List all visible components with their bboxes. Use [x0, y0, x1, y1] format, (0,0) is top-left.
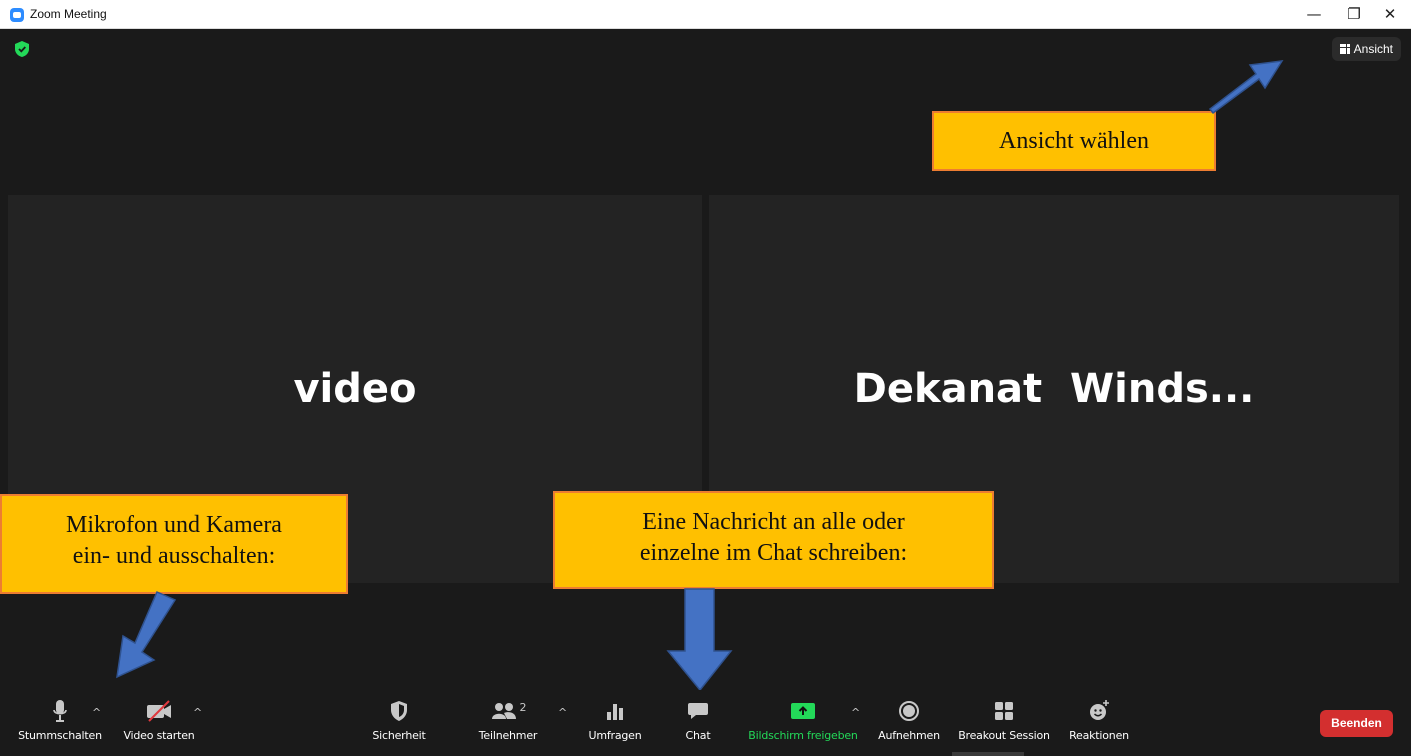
- participant-count: 2: [519, 700, 527, 714]
- window-title: Zoom Meeting: [30, 7, 107, 21]
- meeting-toolbar: Stummschalten ^ Video starten ^ Sicherhe…: [0, 690, 1411, 756]
- callout-view: Ansicht wählen: [932, 111, 1216, 171]
- record-icon: [899, 701, 919, 721]
- callout-chat-line1: Eine Nachricht an alle oder: [642, 509, 905, 535]
- reactions-button[interactable]: Reaktionen: [1064, 698, 1134, 742]
- breakout-rooms-icon: [995, 702, 1013, 720]
- polls-label: Umfragen: [588, 729, 642, 742]
- callout-view-text: Ansicht wählen: [999, 128, 1149, 154]
- share-options-caret[interactable]: ^: [851, 706, 860, 719]
- mute-options-caret[interactable]: ^: [92, 706, 101, 719]
- mute-label: Stummschalten: [18, 729, 102, 742]
- video-button[interactable]: Video starten: [118, 698, 200, 742]
- share-screen-label: Bildschirm freigeben: [748, 729, 858, 742]
- shield-icon: [391, 701, 407, 721]
- microphone-icon: [53, 700, 67, 722]
- polls-bar-chart-icon: [607, 704, 623, 720]
- view-button[interactable]: Ansicht: [1331, 37, 1401, 61]
- restore-button[interactable]: ❐: [1334, 2, 1374, 26]
- participant-name: Dekanat Winds...: [853, 366, 1255, 412]
- security-button[interactable]: Sicherheit: [368, 698, 430, 742]
- mute-button[interactable]: Stummschalten: [14, 698, 106, 742]
- breakout-session-button[interactable]: Breakout Session: [954, 698, 1054, 742]
- record-label: Aufnehmen: [878, 729, 940, 742]
- view-label: Ansicht: [1353, 42, 1393, 56]
- video-off-icon: [147, 700, 171, 722]
- security-label: Sicherheit: [372, 729, 426, 742]
- participants-options-caret[interactable]: ^: [558, 706, 567, 719]
- record-button[interactable]: Aufnehmen: [874, 698, 944, 742]
- callout-mic-camera: Mikrofon und Kamera ein- und ausschalten…: [0, 494, 348, 594]
- participant-name: video: [293, 366, 417, 412]
- close-button[interactable]: ✕: [1370, 2, 1410, 26]
- reactions-label: Reaktionen: [1069, 729, 1129, 742]
- reactions-smiley-icon: [1090, 700, 1109, 720]
- callout-chat-line2: einzelne im Chat schreiben:: [639, 540, 908, 566]
- participants-icon: [491, 703, 516, 719]
- video-options-caret[interactable]: ^: [193, 706, 202, 719]
- grid-icon: [1339, 44, 1350, 54]
- polls-button[interactable]: Umfragen: [584, 698, 646, 742]
- participants-button[interactable]: 2 Teilnehmer: [472, 698, 544, 743]
- toolbar-scroll-indicator: [952, 752, 1024, 756]
- minimize-button[interactable]: —: [1294, 2, 1334, 26]
- encryption-shield-icon[interactable]: [12, 39, 32, 59]
- chat-label: Chat: [685, 729, 711, 742]
- chat-button[interactable]: Chat: [677, 698, 719, 742]
- callout-mic-line2: ein- und ausschalten:: [72, 543, 276, 569]
- zoom-app-icon: [10, 8, 24, 22]
- participants-label: Teilnehmer: [478, 729, 538, 742]
- end-meeting-button[interactable]: Beenden: [1320, 710, 1393, 737]
- share-screen-icon: [791, 703, 815, 719]
- title-bar: Zoom Meeting — ❐ ✕: [0, 0, 1411, 29]
- callout-chat: Eine Nachricht an alle oder einzelne im …: [553, 491, 994, 589]
- callout-mic-line1: Mikrofon und Kamera: [66, 512, 282, 538]
- share-screen-button[interactable]: Bildschirm freigeben: [744, 698, 862, 742]
- chat-bubble-icon: [688, 703, 708, 719]
- breakout-session-label: Breakout Session: [958, 729, 1050, 742]
- video-label: Video starten: [123, 729, 195, 742]
